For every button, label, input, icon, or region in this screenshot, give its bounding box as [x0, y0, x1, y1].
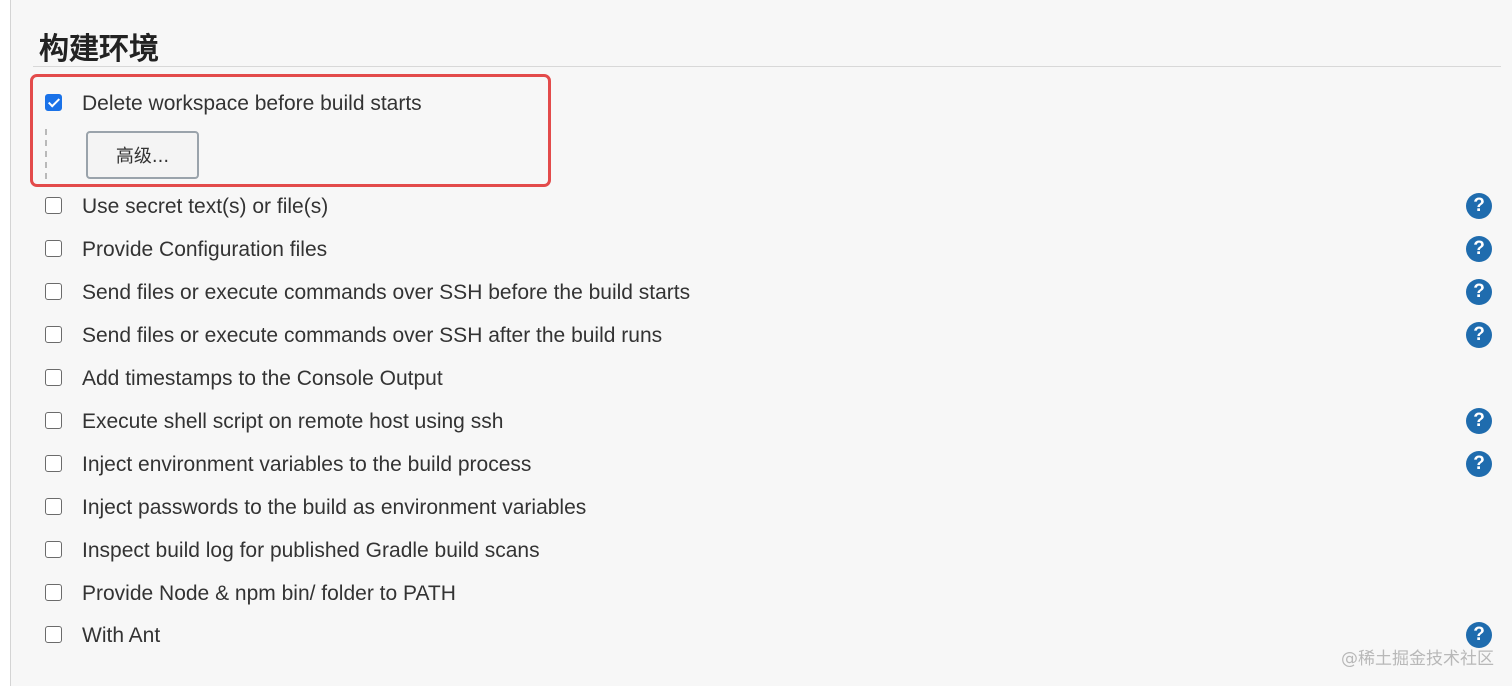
checkbox-delete-workspace[interactable] [45, 94, 62, 111]
checkbox-node-npm[interactable] [45, 584, 62, 601]
option-with-ant[interactable]: With Ant ? [45, 622, 1495, 650]
checkbox-with-ant[interactable] [45, 626, 62, 643]
help-icon[interactable]: ? [1466, 408, 1492, 434]
title-divider [33, 66, 1501, 67]
option-label: Send files or execute commands over SSH … [82, 324, 663, 347]
option-inject-env[interactable]: Inject environment variables to the buil… [45, 451, 1495, 479]
option-secret-text[interactable]: Use secret text(s) or file(s) ? [45, 193, 1495, 221]
checkbox-remote-shell[interactable] [45, 412, 62, 429]
option-timestamps[interactable]: Add timestamps to the Console Output [45, 365, 1495, 393]
option-label: Inject environment variables to the buil… [82, 453, 532, 476]
option-ssh-before[interactable]: Send files or execute commands over SSH … [45, 279, 1495, 307]
option-label: Execute shell script on remote host usin… [82, 410, 504, 433]
option-label: With Ant [82, 624, 161, 647]
option-label: Provide Node & npm bin/ folder to PATH [82, 582, 456, 605]
section-title: 构建环境 [39, 32, 159, 67]
checkbox-timestamps[interactable] [45, 369, 62, 386]
advanced-section-divider [45, 129, 47, 179]
build-environment-panel: 构建环境 Delete workspace before build start… [10, 0, 1512, 686]
help-icon[interactable]: ? [1466, 193, 1492, 219]
checkbox-inject-passwords[interactable] [45, 498, 62, 515]
checkbox-gradle-scans[interactable] [45, 541, 62, 558]
option-ssh-after[interactable]: Send files or execute commands over SSH … [45, 322, 1495, 350]
watermark: @稀土掘金技术社区 [1341, 649, 1494, 669]
option-label: Add timestamps to the Console Output [82, 367, 443, 390]
help-icon[interactable]: ? [1466, 451, 1492, 477]
option-label: Use secret text(s) or file(s) [82, 195, 329, 218]
option-label: Inject passwords to the build as environ… [82, 496, 587, 519]
option-label: Provide Configuration files [82, 238, 328, 261]
option-config-files[interactable]: Provide Configuration files ? [45, 236, 1495, 264]
checkbox-ssh-before[interactable] [45, 283, 62, 300]
help-icon[interactable]: ? [1466, 322, 1492, 348]
checkbox-inject-env[interactable] [45, 455, 62, 472]
option-node-npm[interactable]: Provide Node & npm bin/ folder to PATH [45, 580, 1495, 608]
option-inject-passwords[interactable]: Inject passwords to the build as environ… [45, 494, 1495, 522]
checkbox-ssh-after[interactable] [45, 326, 62, 343]
help-icon[interactable]: ? [1466, 236, 1492, 262]
help-icon[interactable]: ? [1466, 279, 1492, 305]
option-remote-shell[interactable]: Execute shell script on remote host usin… [45, 408, 1495, 436]
checkbox-secret-text[interactable] [45, 197, 62, 214]
option-label: Inspect build log for published Gradle b… [82, 539, 540, 562]
option-label: Send files or execute commands over SSH … [82, 281, 691, 304]
option-label: Delete workspace before build starts [82, 92, 422, 115]
option-delete-workspace[interactable]: Delete workspace before build starts [45, 90, 1495, 118]
checkbox-config-files[interactable] [45, 240, 62, 257]
advanced-button[interactable]: 高级... [86, 131, 199, 179]
option-gradle-scans[interactable]: Inspect build log for published Gradle b… [45, 537, 1495, 565]
